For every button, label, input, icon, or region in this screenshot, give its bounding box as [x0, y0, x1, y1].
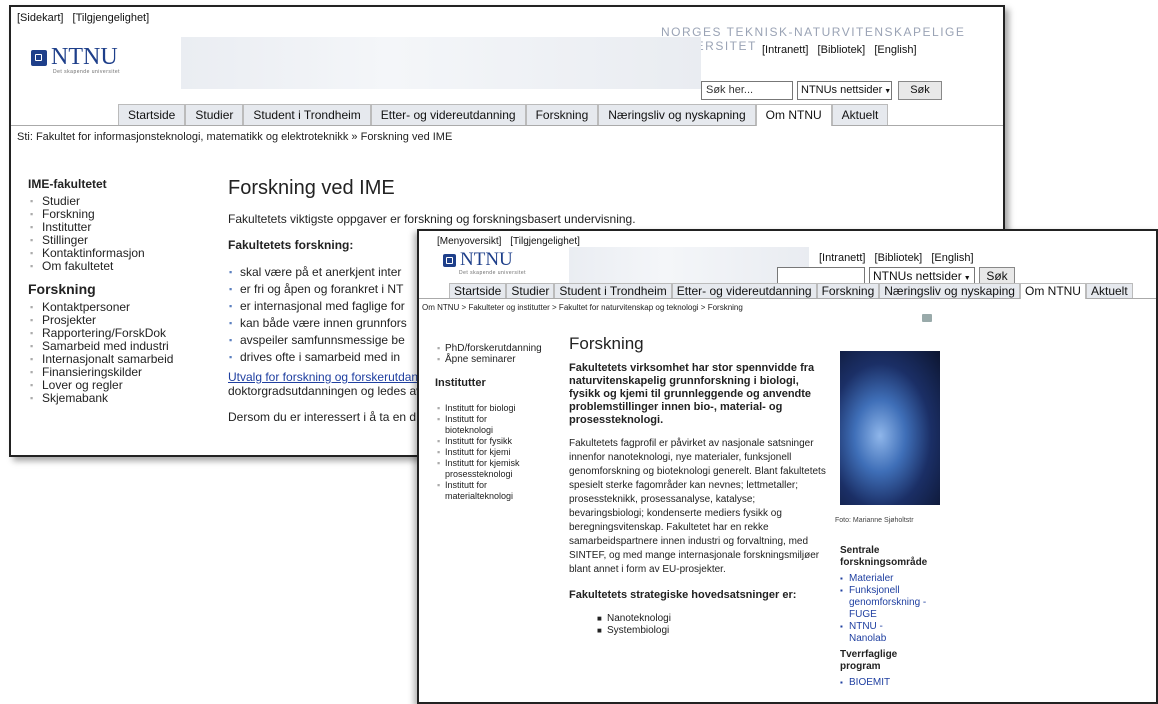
library-link[interactable]: [Bibliotek] [875, 252, 923, 264]
bullet-icon: ■ [597, 626, 602, 635]
strategic-heading: Fakultetets strategiske hovedsatsninger … [569, 589, 797, 601]
box-item-fuge[interactable]: Funksjonell genomforskning - FUGE [840, 585, 929, 621]
photo-caption: Foto: Marianne Sjøholtstr [835, 517, 914, 524]
research-areas-box: Sentrale forskningsområde Materialer Fun… [840, 545, 940, 689]
print-icon[interactable] [922, 314, 932, 322]
box-list-2: BIOEMIT [840, 677, 940, 689]
tab-forskning[interactable]: Forskning [525, 104, 599, 125]
nt-page-window: [Menyoversikt] [Tilgjengelighet] NTNU De… [417, 229, 1158, 704]
sidebar-item-bioteknologi[interactable]: Institutt for bioteknologi [435, 414, 515, 436]
top-links: [Sidekart] [Tilgjengelighet] [17, 12, 155, 24]
committee-link[interactable]: Utvalg for forskning og forskerutdann [228, 370, 425, 384]
tab-startside[interactable]: Startside [449, 283, 507, 298]
sidebar-heading-ime: IME-fakultetet [28, 177, 107, 191]
body-text: Fakultetets fagprofil er påvirket av nas… [569, 438, 826, 575]
dropdown-arrow-icon: ▼ [884, 88, 892, 95]
tagline: Det skapende universitet [459, 270, 527, 276]
main-nav: Startside Studier Student i Trondheim Et… [118, 104, 889, 126]
strategic-list: ■ Nanoteknologi ■ Systembiologi [597, 613, 831, 637]
search-scope-select[interactable]: NTNUs nettsider ▼ [797, 81, 892, 100]
strategic-item-label: Nanoteknologi [607, 613, 671, 624]
tab-naeringsliv[interactable]: Næringsliv og nyskapning [598, 104, 756, 125]
sidebar: PhD/forskerutdanning Åpne seminarer Inst… [435, 343, 565, 502]
main-content: Forskning Fakultetets virksomhet har sto… [569, 334, 831, 637]
sidebar-list-1: Studier Forskning Institutter Stillinger… [28, 195, 218, 274]
strategic-item-label: Systembiologi [607, 625, 670, 636]
breadcrumb: Sti: Fakultet for informasjonsteknologi,… [17, 131, 453, 143]
strategic-item: ■ Nanoteknologi [597, 613, 831, 625]
box-heading-1: Sentrale forskningsområde [840, 545, 928, 568]
tab-student[interactable]: Student i Trondheim [243, 104, 371, 125]
intranet-link[interactable]: [Intranett] [762, 44, 808, 56]
menu-overview-link[interactable]: [Menyoversikt] [437, 236, 501, 247]
search-button[interactable]: Søk [898, 81, 942, 100]
search-scope-value: NTNUs nettsider [801, 84, 883, 96]
tab-om-ntnu[interactable]: Om NTNU [755, 104, 832, 126]
tab-studier[interactable]: Studier [185, 104, 244, 125]
header-links: [Intranett] [Bibliotek] [English] [756, 44, 917, 56]
tab-forskning[interactable]: Forskning [816, 283, 880, 298]
page-title: Forskning ved IME [228, 177, 395, 199]
lead-text: Fakultetets virksomhet har stor spennvid… [569, 362, 815, 426]
breadcrumb: Om NTNU > Fakulteter og institutter > Fa… [422, 303, 743, 312]
english-link[interactable]: [English] [874, 44, 916, 56]
sidebar-item-materialteknologi[interactable]: Institutt for materialteknologi [435, 480, 540, 502]
sidebar-heading-forskning: Forskning [28, 281, 96, 297]
page-title: Forskning [569, 334, 644, 353]
logo-square-icon [443, 253, 456, 267]
box-heading-2: Tverrfaglige program [840, 649, 898, 672]
box-item-materialer[interactable]: Materialer [840, 573, 940, 585]
bullet-icon: ■ [597, 614, 602, 623]
intranet-link[interactable]: [Intranett] [819, 252, 865, 264]
tab-startside[interactable]: Startside [118, 104, 186, 125]
sidebar-item-skjemabank[interactable]: Skjemabank [28, 392, 218, 406]
box-list-1: Materialer Funksjonell genomforskning - … [840, 573, 940, 645]
sidebar-item-phd[interactable]: PhD/forskerutdanning [435, 343, 565, 354]
main-nav: Startside Studier Student i Trondheim Et… [449, 283, 1133, 299]
intro-text: Fakultetets viktigste oppgaver er forskn… [228, 212, 636, 226]
search-scope-value: NTNUs nettsider [873, 269, 962, 283]
nav-underline [11, 125, 1003, 126]
sidebar-item-fysikk[interactable]: Institutt for fysikk [435, 436, 565, 447]
tab-om-ntnu[interactable]: Om NTNU [1019, 283, 1086, 299]
tab-studier[interactable]: Studier [506, 283, 555, 298]
ntnu-logo[interactable]: NTNU [443, 249, 513, 271]
sidebar-item-om[interactable]: Om fakultetet [28, 260, 218, 274]
sidebar-item-biologi[interactable]: Institutt for biologi [435, 403, 565, 414]
top-links: [Menyoversikt] [Tilgjengelighet] [437, 236, 586, 247]
committee-text: doktorgradsutdanningen og ledes av [228, 384, 423, 398]
box-item-nanolab[interactable]: NTNU - Nanolab [840, 621, 909, 645]
search-input[interactable]: Søk her... [701, 81, 793, 100]
sidemap-link[interactable]: [Sidekart] [17, 12, 63, 24]
sidebar-item-kjemisk-prosess[interactable]: Institutt for kjemisk prosessteknologi [435, 458, 545, 480]
strategic-item: ■ Systembiologi [597, 625, 831, 637]
tab-naeringsliv[interactable]: Næringsliv og nyskaping [879, 283, 1020, 298]
box-item-bioemit[interactable]: BIOEMIT [840, 677, 940, 689]
ntnu-logo[interactable]: NTNU [31, 44, 118, 71]
accessibility-link[interactable]: [Tilgjengelighet] [73, 12, 150, 24]
sidebar-heading-institutter: Institutter [435, 377, 486, 389]
sidebar-item-seminarer[interactable]: Åpne seminarer [435, 354, 565, 365]
tagline: Det skapende universitet [53, 69, 121, 75]
header-banner [569, 247, 809, 287]
tab-student[interactable]: Student i Trondheim [554, 283, 672, 298]
sidebar-list-1: PhD/forskerutdanning Åpne seminarer [435, 343, 565, 365]
logo-square-icon [31, 49, 47, 66]
tab-aktuelt[interactable]: Aktuelt [831, 104, 889, 125]
sidebar-list-2: Kontaktpersoner Prosjekter Rapportering/… [28, 301, 218, 406]
library-link[interactable]: [Bibliotek] [818, 44, 866, 56]
sidebar-item-kjemi[interactable]: Institutt for kjemi [435, 447, 565, 458]
dropdown-arrow-icon: ▼ [963, 275, 971, 282]
tab-etter[interactable]: Etter- og videreutdanning [370, 104, 526, 125]
lab-photo [840, 351, 940, 505]
accessibility-link[interactable]: [Tilgjengelighet] [510, 236, 580, 247]
english-link[interactable]: [English] [931, 252, 973, 264]
sidebar-list-2: Institutt for biologi Institutt for biot… [435, 403, 565, 502]
header-banner [181, 37, 701, 89]
tab-etter[interactable]: Etter- og videreutdanning [671, 283, 817, 298]
sidebar: IME-fakultetet Studier Forskning Institu… [28, 177, 218, 405]
tab-aktuelt[interactable]: Aktuelt [1085, 283, 1133, 298]
header-links: [Intranett] [Bibliotek] [English] [813, 252, 974, 264]
